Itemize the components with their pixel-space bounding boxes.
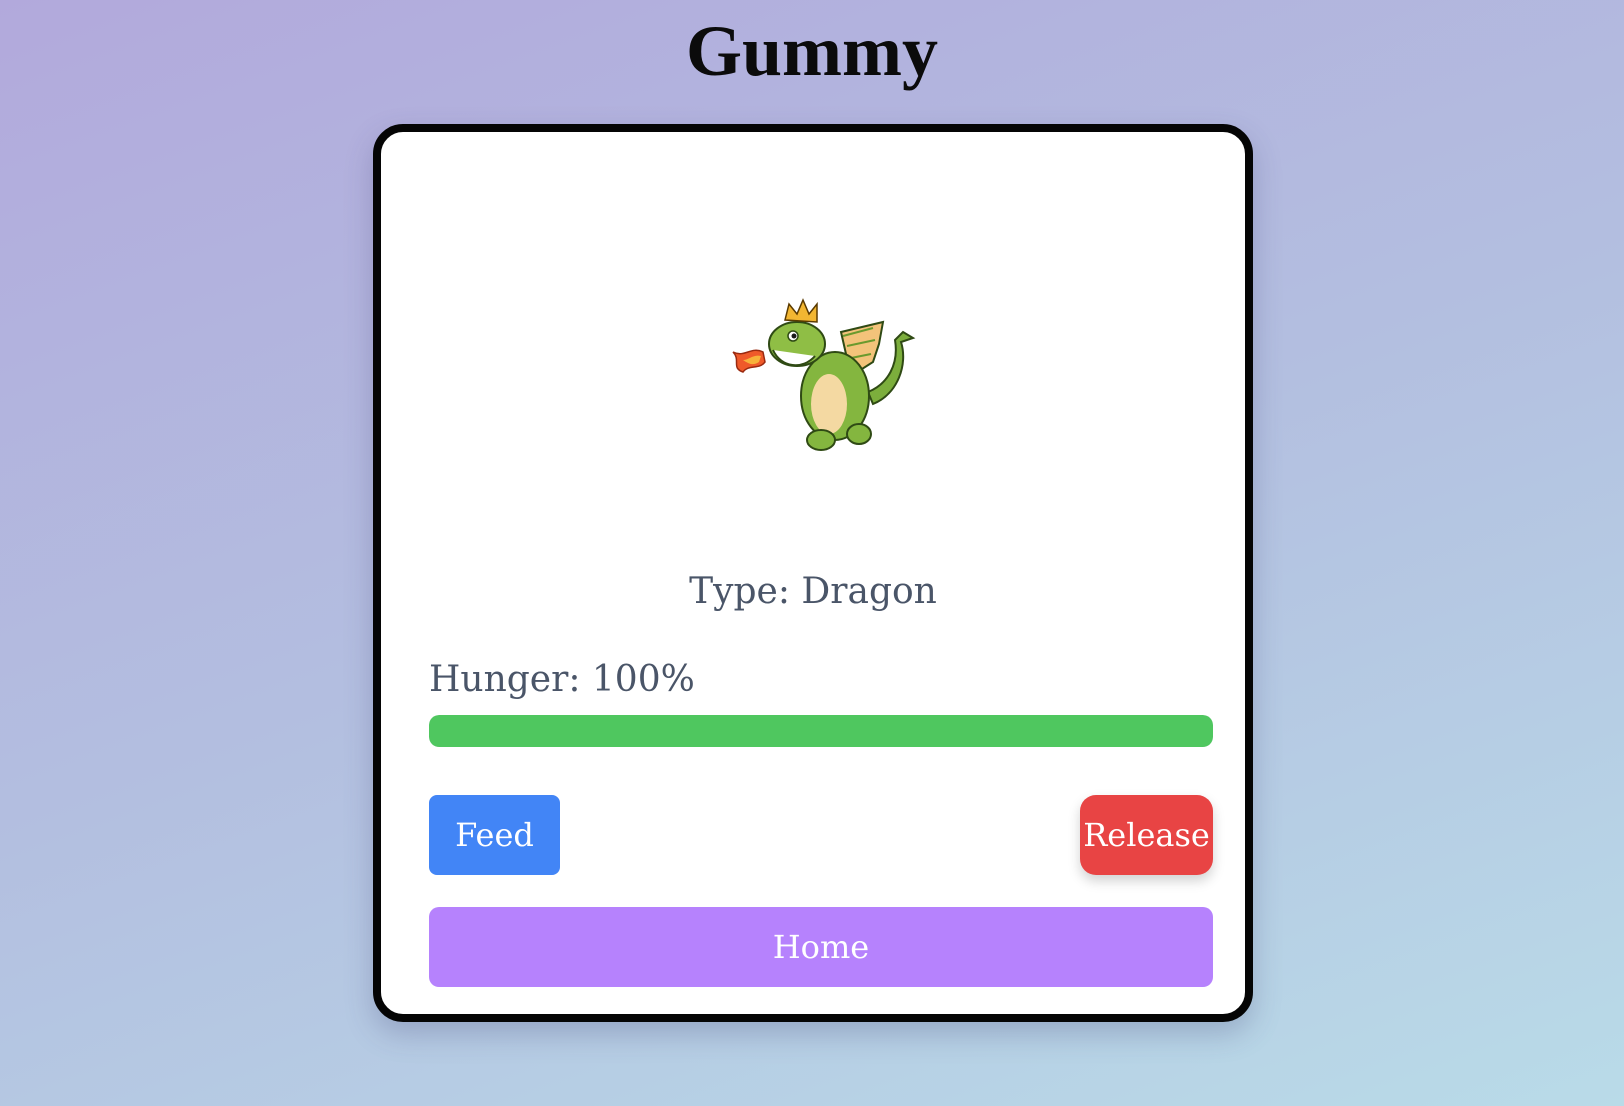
dragon-illustration	[732, 298, 916, 451]
pet-type-label: Type: Dragon	[689, 571, 937, 612]
hunger-progress-fill	[429, 715, 1213, 747]
pet-image	[723, 284, 923, 464]
feed-button[interactable]: Feed	[429, 795, 560, 875]
release-button[interactable]: Release	[1080, 795, 1213, 875]
hunger-progress-bar	[429, 715, 1213, 747]
page-title: Gummy	[686, 11, 938, 91]
hunger-label: Hunger: 100%	[429, 659, 695, 700]
home-button[interactable]: Home	[429, 907, 1213, 987]
pet-card: Type: Dragon Hunger: 100% Feed Release H…	[373, 124, 1253, 1022]
